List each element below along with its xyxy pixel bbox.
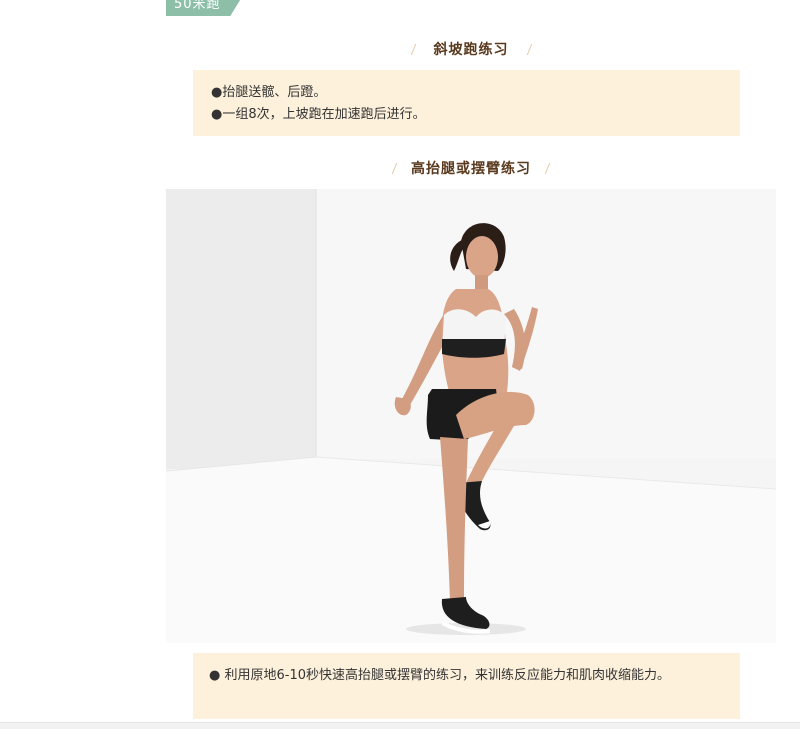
section-tag: 50米跑: [166, 0, 243, 16]
section-title-slope-run: 斜坡跑练习: [166, 38, 776, 60]
high-knee-runner-image: [166, 189, 776, 643]
high-knee-photo: [166, 189, 776, 643]
section-title-text: 斜坡跑练习: [433, 42, 509, 58]
title-deco-left: [391, 162, 398, 174]
note-box-slope-run: ●抬腿送髋、后蹬。 ●一组8次，上坡跑在加速跑后进行。: [193, 70, 740, 136]
article-body: 50米跑 斜坡跑练习 ●抬腿送髋、后蹬。 ●一组8次，上坡跑在加速跑后进行。 高…: [166, 0, 776, 720]
title-deco-right: [526, 43, 532, 55]
note-box-high-knee: ● 利用原地6-10秒快速高抬腿或摆臂的练习，来训练反应能力和肌肉收缩能力。: [193, 653, 740, 719]
title-deco-right: [544, 162, 551, 174]
note-line: ●一组8次，上坡跑在加速跑后进行。: [211, 107, 426, 122]
section-title-text: 高抬腿或摆臂练习: [411, 161, 531, 177]
note-line: ● 利用原地6-10秒快速高抬腿或摆臂的练习，来训练反应能力和肌肉收缩能力。: [209, 668, 670, 683]
note-line: ●抬腿送髋、后蹬。: [211, 85, 327, 100]
title-deco-left: [410, 43, 416, 55]
section-title-high-knee: 高抬腿或摆臂练习: [166, 157, 776, 179]
section-tag-label: 50米跑: [174, 0, 221, 12]
